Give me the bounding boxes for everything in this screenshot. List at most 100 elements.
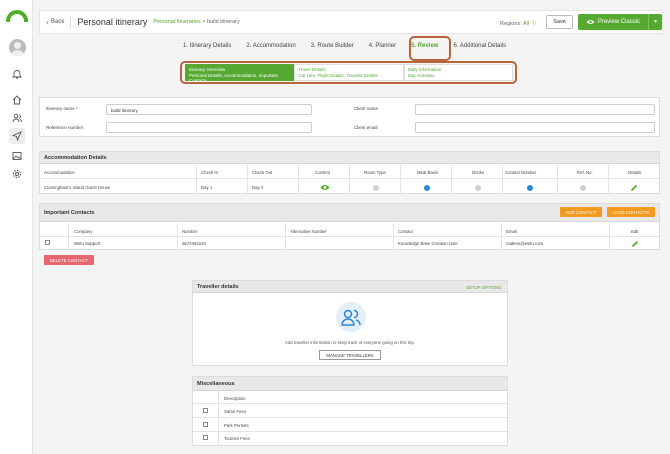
divider — [349, 165, 350, 193]
logo-icon[interactable] — [6, 9, 28, 27]
client-email-label: Client email — [354, 125, 378, 130]
col-room-type: Room Type — [364, 170, 386, 175]
preview-classic-button[interactable]: Preview Classic ▼ — [578, 14, 662, 30]
send-icon[interactable] — [9, 128, 25, 144]
misc-item: Tourism Fees — [224, 436, 250, 441]
breadcrumb-current: build itinerary — [207, 19, 240, 25]
divider — [68, 223, 69, 250]
traveller-title: Traveller details — [193, 281, 507, 293]
breadcrumb-link[interactable]: Personal Itineraries — [153, 19, 200, 25]
divider — [400, 165, 401, 193]
sidebar — [0, 0, 33, 454]
itinerary-form: Itinerary name * build itinerary Client … — [39, 97, 660, 137]
check-out-value: Day 4 — [252, 185, 264, 190]
itinerary-name-input[interactable]: build itinerary — [106, 104, 312, 115]
avatar[interactable] — [9, 39, 26, 56]
contact-email: nadene@wetu.com — [506, 241, 544, 246]
room-type-status-icon — [373, 185, 379, 191]
setup-options-link[interactable]: SETUP OPTIONS — [466, 285, 501, 290]
divider — [451, 165, 452, 193]
col-drinks: Drinks — [472, 170, 485, 175]
col-check-out: Check Out — [252, 170, 273, 175]
col-content: Content — [315, 170, 331, 175]
drinks-status-icon — [475, 185, 481, 191]
col-contact: Contact — [398, 229, 413, 234]
main-area: ‹ Back Personal itinerary Personal Itine… — [33, 0, 670, 454]
delete-contact-button[interactable]: DELETE CONTACT — [44, 255, 94, 265]
contact-number: 0672462240 — [182, 241, 206, 246]
contact-row-checkbox[interactable] — [45, 240, 50, 245]
divider — [193, 417, 507, 418]
col-edit: Edit — [631, 229, 639, 234]
divider — [502, 165, 503, 193]
divider — [218, 391, 219, 446]
edit-pencil-icon[interactable] — [630, 184, 638, 192]
misc-item: Safari Fees — [224, 409, 246, 414]
col-description: Description — [224, 396, 246, 401]
col-meal-basis: Meal Basis — [417, 170, 439, 175]
divider — [608, 165, 609, 193]
col-number: Number — [182, 229, 198, 234]
reference-number-label: Reference number — [46, 125, 84, 130]
misc-item-checkbox[interactable] — [203, 435, 208, 440]
misc-item-checkbox[interactable] — [203, 422, 208, 427]
check-in-value: Day 1 — [201, 185, 213, 190]
save-button[interactable]: Save — [546, 15, 573, 29]
contacts-card: Important Contacts ADD CONTACT LOAD CONT… — [39, 203, 660, 250]
users-icon[interactable] — [9, 110, 25, 126]
divider — [609, 223, 610, 250]
caret-down-icon[interactable]: ▼ — [648, 14, 662, 30]
edit-pencil-icon[interactable] — [631, 240, 639, 248]
client-name-input[interactable] — [415, 104, 655, 115]
breadcrumb-separator: > — [202, 19, 206, 25]
bell-icon[interactable] — [9, 66, 25, 82]
review-tab-highlight — [409, 36, 451, 61]
preview-label: Preview Classic — [597, 19, 641, 25]
tab-route-builder[interactable]: 3. Route Builder — [311, 43, 354, 49]
eye-icon — [586, 20, 595, 24]
add-contact-button[interactable]: ADD CONTACT — [560, 207, 602, 217]
divider — [501, 223, 502, 250]
divider — [177, 223, 178, 250]
regions-value: All — [522, 21, 530, 27]
misc-item: Park Permits — [224, 423, 249, 428]
tab-itinerary-details[interactable]: 1. Itinerary Details — [183, 43, 231, 49]
col-accommodation: Accommodation — [44, 170, 75, 175]
tab-additional-details[interactable]: 6. Additional Details — [453, 43, 506, 49]
divider — [285, 223, 286, 250]
itinerary-name-label: Itinerary name * — [46, 106, 78, 111]
client-email-input[interactable] — [415, 122, 655, 133]
back-label: Back — [51, 19, 65, 25]
col-details: Details — [628, 170, 642, 175]
col-check-in: Check In — [201, 170, 218, 175]
contact-number-status-icon — [527, 185, 533, 191]
breadcrumb: Personal Itineraries > build itinerary — [153, 19, 239, 25]
divider — [193, 431, 507, 432]
image-icon[interactable] — [9, 148, 25, 164]
back-button[interactable]: ‹ Back — [46, 17, 64, 27]
divider — [196, 165, 197, 193]
chevron-left-icon: ‹ — [46, 17, 49, 27]
divider — [393, 223, 394, 250]
miscellaneous-card: Miscellaneous Description Safari Fees Pa… — [192, 376, 508, 446]
accommodation-name: Cunningham's Island Guest House — [44, 185, 111, 190]
tab-accommodation[interactable]: 2. Accommodation — [246, 43, 295, 49]
meal-basis-status-icon — [424, 185, 430, 191]
gear-icon[interactable] — [9, 166, 25, 182]
home-icon[interactable] — [9, 92, 25, 108]
traveller-empty-text: Add traveller information to keep track … — [285, 340, 415, 345]
eye-icon[interactable] — [320, 184, 330, 191]
regions-indicator[interactable]: Regions: All ⓘ — [500, 19, 536, 27]
accommodation-title: Accommodation Details — [40, 152, 659, 164]
load-contacts-button[interactable]: LOAD CONTACTS — [607, 207, 655, 217]
divider — [193, 403, 507, 404]
traveller-card: Traveller details SETUP OPTIONS Add trav… — [192, 280, 508, 366]
tab-planner[interactable]: 4. Planner — [369, 43, 396, 49]
misc-item-checkbox[interactable] — [203, 408, 208, 413]
reference-number-input[interactable] — [106, 122, 312, 133]
travellers-illustration-icon — [336, 302, 366, 332]
manage-travellers-button[interactable]: MANAGE TRAVELLERS — [319, 350, 381, 360]
client-name-label: Client name — [354, 106, 379, 111]
subtabs-highlight — [180, 61, 517, 84]
divider — [247, 165, 248, 193]
